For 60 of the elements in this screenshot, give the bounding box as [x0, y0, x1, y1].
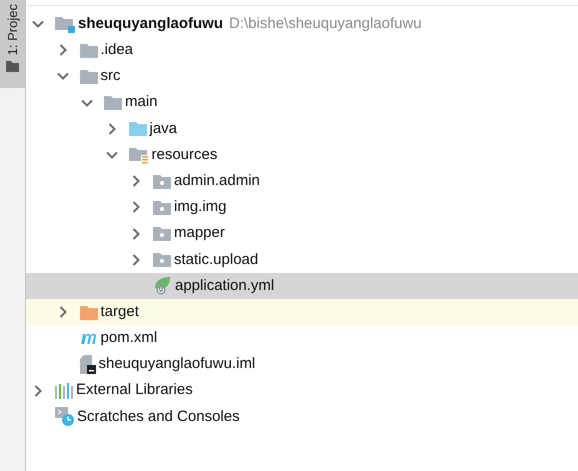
leaf-icon: [153, 276, 172, 296]
tree-label: main: [125, 92, 158, 112]
chevron-icon[interactable]: [130, 175, 142, 188]
tree-row[interactable]: admin.admin: [26, 168, 578, 194]
tree-row[interactable]: resources: [26, 142, 578, 168]
tree-row[interactable]: sheuquyanglaofuwu.iml: [26, 351, 578, 378]
tree-label: java: [150, 118, 178, 139]
module-path: D:\bishe\sheuquyanglaofuwu: [229, 14, 422, 34]
tree-label: sheuquyanglaofuwu.iml: [98, 354, 256, 374]
chevron-icon[interactable]: [32, 18, 44, 30]
chevron-icon[interactable]: [130, 201, 142, 214]
tree-label: sheuquyanglaofuwu: [78, 14, 224, 34]
tree-label: img.img: [174, 197, 227, 218]
libraries-icon: [55, 382, 73, 399]
module-folder-icon: [55, 16, 75, 33]
folder-icon: [80, 304, 98, 320]
tree-label: admin.admin: [174, 170, 260, 191]
project-tab[interactable]: 1: Projec: [0, 0, 25, 88]
chevron-icon[interactable]: [32, 384, 44, 397]
folder-icon: [80, 42, 98, 58]
tree-row[interactable]: main: [26, 90, 578, 116]
tree-label: application.yml: [175, 276, 274, 296]
tree-label: target: [100, 302, 139, 322]
tree-row[interactable]: pom.xml: [26, 325, 578, 352]
tree-row[interactable]: sheuquyanglaofuwu D:\bishe\sheuquyanglaofuwu: [26, 11, 578, 38]
tab-label: 1: Projec: [5, 4, 20, 55]
package-folder-icon: [153, 174, 171, 189]
tree-row[interactable]: application.yml: [26, 272, 578, 300]
folder-icon: [6, 61, 19, 72]
tree-row[interactable]: src: [26, 63, 578, 90]
chevron-icon[interactable]: [106, 149, 118, 162]
chevron-icon[interactable]: [130, 228, 142, 240]
tree-row[interactable]: target: [26, 299, 578, 326]
package-folder-icon: [153, 252, 171, 268]
tree-row[interactable]: .idea: [26, 37, 578, 64]
tree-row[interactable]: mapper: [26, 220, 578, 247]
resources-folder-icon: [128, 146, 148, 164]
tree-row[interactable]: External Libraries: [26, 378, 578, 404]
chevron-icon[interactable]: [130, 254, 142, 266]
tree-row[interactable]: java: [26, 116, 578, 142]
file-icon: [80, 355, 96, 374]
tree-row[interactable]: static.upload: [26, 246, 578, 273]
tree-label: src: [100, 66, 120, 86]
tree-label: resources: [152, 144, 218, 165]
tree-label: pom.xml: [100, 328, 158, 348]
folder-icon: [128, 121, 146, 136]
chevron-icon[interactable]: [56, 70, 68, 82]
tree-label: External Libraries: [76, 380, 193, 400]
maven-icon: [80, 331, 98, 346]
tree-label: static.upload: [174, 250, 258, 270]
tree-row[interactable]: img.img: [26, 194, 578, 220]
folder-icon: [80, 68, 98, 84]
console-clock-icon: [55, 407, 74, 426]
package-folder-icon: [153, 200, 171, 215]
tree-label: mapper: [174, 223, 225, 244]
tree-label: .idea: [100, 40, 134, 60]
tree-label: Scratches and Consoles: [77, 406, 240, 427]
tree-row[interactable]: Scratches and Consoles: [26, 404, 578, 430]
folder-icon: [104, 95, 122, 110]
package-folder-icon: [153, 226, 171, 242]
